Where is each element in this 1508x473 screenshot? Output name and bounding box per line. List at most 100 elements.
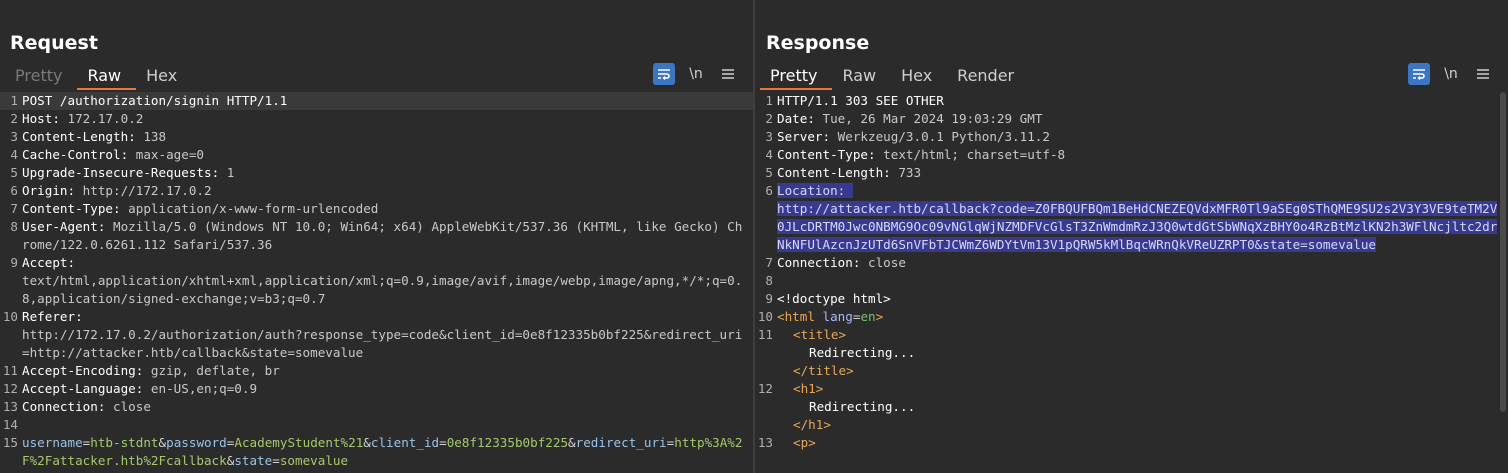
line-number: 1 [10, 93, 18, 108]
line-number: 6 [765, 183, 773, 198]
tab-pretty[interactable]: Pretty [5, 62, 77, 90]
tab-pretty[interactable]: Pretty [760, 62, 833, 90]
code-line: 1 POST /authorization/signin HTTP/1.1 [0, 92, 753, 110]
line-number: 4 [765, 147, 773, 162]
line-number: 12 [757, 381, 773, 396]
response-editor[interactable]: 1 HTTP/1.1 303 SEE OTHER 2 Date: Tue, 26 Ma… [755, 92, 1508, 473]
menu-icon [722, 69, 734, 79]
header-value: 1 [226, 165, 235, 180]
header-name: Host [22, 111, 53, 126]
code-line: 6 Origin: http://172.17.0.2 [0, 182, 753, 200]
tab-raw[interactable]: Raw [77, 62, 137, 90]
line-content: User-Agent: Mozilla/5.0 (Windows NT 10.0… [22, 218, 753, 254]
header-value: http://172.17.0.2/authorization/auth?res… [22, 327, 743, 360]
menu-button[interactable] [1472, 63, 1494, 85]
header-value: max-age=0 [135, 147, 204, 162]
line-content: <!doctype html> [777, 290, 1508, 308]
header-name: User-Agent [22, 219, 98, 234]
header-name: Content-Length [22, 129, 129, 144]
code-line: 9 <!doctype html> [755, 290, 1508, 308]
line-number: 14 [2, 417, 18, 432]
line-number: 9 [10, 255, 18, 270]
header-colon: : [135, 381, 151, 396]
code-line: 14 [0, 416, 753, 434]
param-value: htb-stdnt [90, 435, 159, 450]
header-name: Connection [777, 255, 853, 270]
code-line: 1 HTTP/1.1 303 SEE OTHER [755, 92, 1508, 110]
wrap-lines-button[interactable] [653, 63, 675, 85]
line-content: Referer: http://172.17.0.2/authorization/… [22, 308, 753, 362]
line-content: Accept-Language: en-US,en;q=0.9 [22, 380, 753, 398]
header-name: Upgrade-Insecure-Requests [22, 165, 212, 180]
wrap-icon [1413, 69, 1425, 80]
line-number: 7 [10, 201, 18, 216]
line-number: 7 [765, 255, 773, 270]
line-content: Location: http://attacker.htb/callback?c… [777, 182, 1508, 254]
line-content: Content-Length: 138 [22, 128, 753, 146]
line-content [22, 416, 753, 434]
line-number: 9 [765, 291, 773, 306]
header-colon: : [883, 165, 899, 180]
line-number: 10 [757, 309, 773, 324]
response-tools: \n [1408, 63, 1494, 85]
line-number: 4 [10, 147, 18, 162]
show-newlines-button[interactable]: \n [685, 63, 707, 85]
line-text: HTTP/1.1 303 SEE OTHER [777, 93, 944, 108]
code-line: 2 Host: 172.17.0.2 [0, 110, 753, 128]
line-content: Connection: close [22, 398, 753, 416]
header-name: Origin [22, 183, 68, 198]
header-name: Accept [22, 255, 68, 270]
line-number: 3 [765, 129, 773, 144]
line-content: username=htb-stdnt&password=AcademyStude… [22, 434, 753, 470]
selected-header-value: http://attacker.htb/callback?code=Z0FBQU… [777, 201, 1498, 252]
header-value: en-US,en;q=0.9 [150, 381, 258, 396]
tab-raw[interactable]: Raw [832, 62, 891, 90]
code-line: 10 Referer: http://172.17.0.2/authorizatio… [0, 308, 753, 362]
line-number: 8 [765, 273, 773, 288]
header-value: Mozilla/5.0 (Windows NT 10.0; Win64; x64… [22, 219, 743, 252]
tab-hex[interactable]: Hex [891, 62, 947, 90]
header-name: Connection [22, 399, 98, 414]
param-separator: & [158, 435, 167, 450]
header-value: Tue, 26 Mar 2024 19:03:29 GMT [822, 111, 1043, 126]
line-number: 3 [10, 129, 18, 144]
header-name: Content-Type [22, 201, 113, 216]
code-line: 10 <html lang=en> [755, 308, 1508, 326]
request-title: Request [10, 32, 98, 54]
param-value: somevalue [279, 453, 349, 468]
header-colon: : [75, 309, 83, 324]
tab-render[interactable]: Render [947, 62, 1029, 90]
tab-hex[interactable]: Hex [136, 62, 192, 90]
response-scrollbar[interactable] [1500, 92, 1506, 412]
header-colon: : [807, 111, 823, 126]
header-name: Cache-Control [22, 147, 121, 162]
line-number: 5 [10, 165, 18, 180]
menu-button[interactable] [717, 63, 739, 85]
scrollbar-thumb[interactable] [1500, 92, 1506, 412]
show-newlines-button[interactable]: \n [1440, 63, 1462, 85]
request-tabs: Pretty Raw Hex [5, 62, 192, 90]
header-value: 733 [898, 165, 922, 180]
html-attr: lang [822, 309, 853, 324]
request-editor[interactable]: 1 POST /authorization/signin HTTP/1.1 2 Hos… [0, 92, 753, 473]
param-name: username [22, 435, 83, 450]
header-colon: : [67, 183, 83, 198]
line-number: 10 [2, 309, 18, 324]
line-number: 11 [2, 363, 18, 378]
header-colon: : [135, 363, 151, 378]
line-content [777, 272, 1508, 290]
line-number: 13 [2, 399, 18, 414]
code-line: 3 Server: Werkzeug/3.0.1 Python/3.11.2 [755, 128, 1508, 146]
header-colon: : [97, 219, 113, 234]
line-content: Content-Length: 733 [777, 164, 1508, 182]
code-line: 12 <h1> Redirecting... </h1> [755, 380, 1508, 434]
wrap-lines-button[interactable] [1408, 63, 1430, 85]
code-line: 2 Date: Tue, 26 Mar 2024 19:03:29 GMT [755, 110, 1508, 128]
line-content: <h1> Redirecting... </h1> [777, 380, 1508, 434]
wrap-icon [658, 69, 670, 80]
line-number: 2 [765, 111, 773, 126]
request-pane: Request Pretty Raw Hex \n 1 POST /authori… [0, 0, 753, 473]
header-value: text/html; charset=utf-8 [883, 147, 1066, 162]
line-content: Cache-Control: max-age=0 [22, 146, 753, 164]
header-value: Werkzeug/3.0.1 Python/3.11.2 [837, 129, 1050, 144]
